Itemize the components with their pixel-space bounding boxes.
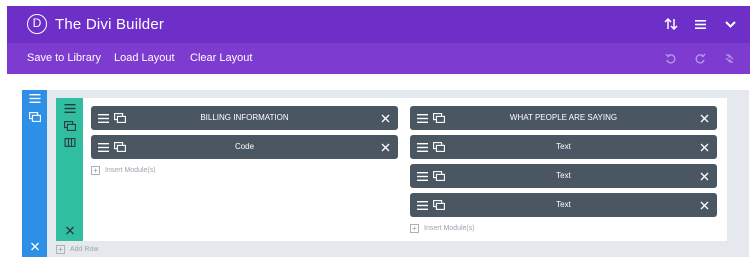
section-delete-icon[interactable] — [30, 242, 39, 251]
row-delete-icon[interactable] — [65, 226, 74, 235]
module-text[interactable]: Text — [410, 193, 717, 217]
insert-module-label: Insert Module(s) — [105, 166, 156, 174]
clear-layout-button[interactable]: Clear Layout — [190, 43, 252, 74]
section-move-icon[interactable] — [29, 94, 40, 103]
module-code[interactable]: Code — [91, 135, 398, 159]
module-delete-icon[interactable] — [700, 199, 709, 211]
module-label: BILLING INFORMATION — [200, 113, 289, 122]
builder-toolbar: Save to Library Load Layout Clear Layout — [7, 43, 750, 74]
module-delete-icon[interactable] — [700, 170, 709, 182]
sort-arrows-icon[interactable] — [661, 14, 681, 34]
module-label: Text — [556, 200, 571, 209]
builder-canvas: BILLING INFORMATION Code + Insert Module… — [7, 74, 750, 265]
module-label: WHAT PEOPLE ARE SAYING — [509, 113, 618, 122]
module-label: Text — [556, 142, 571, 151]
divi-builder: D The Divi Builder Save to Library Load … — [7, 6, 750, 265]
module-delete-icon[interactable] — [381, 141, 390, 153]
redo-icon[interactable] — [693, 51, 707, 65]
row-control-bar[interactable] — [56, 98, 83, 241]
module-text[interactable]: Text — [410, 164, 717, 188]
save-to-library-button[interactable]: Save to Library — [27, 43, 101, 74]
divi-logo: D — [27, 14, 47, 34]
add-row-button[interactable]: + Add Row — [56, 243, 98, 255]
module-what-people-are-saying[interactable]: WHAT PEOPLE ARE SAYING — [410, 106, 717, 130]
module-label: Text — [556, 171, 571, 180]
load-layout-button[interactable]: Load Layout — [114, 43, 175, 74]
builder-title: The Divi Builder — [55, 16, 165, 33]
section-control-bar[interactable] — [22, 90, 47, 257]
plus-icon: + — [410, 223, 419, 233]
row-columns-icon[interactable] — [64, 138, 75, 147]
module-billing-information[interactable]: BILLING INFORMATION — [91, 106, 398, 130]
plus-icon: + — [56, 244, 65, 254]
row-move-icon[interactable] — [64, 104, 75, 113]
chevron-down-icon[interactable] — [720, 14, 740, 34]
module-text[interactable]: Text — [410, 135, 717, 159]
insert-module-label: Insert Module(s) — [424, 224, 475, 232]
undo-icon[interactable] — [663, 51, 677, 65]
builder-header: D The Divi Builder — [7, 6, 750, 43]
row-settings-icon[interactable] — [63, 121, 76, 131]
module-label: Code — [234, 142, 255, 151]
section: BILLING INFORMATION Code + Insert Module… — [22, 90, 749, 257]
module-delete-icon[interactable] — [700, 141, 709, 153]
section-settings-icon[interactable] — [28, 112, 41, 122]
insert-module-button[interactable]: + Insert Module(s) — [410, 222, 475, 234]
insert-module-button[interactable]: + Insert Module(s) — [91, 164, 156, 176]
plus-icon: + — [91, 165, 100, 175]
history-icon[interactable] — [722, 51, 736, 65]
hamburger-menu-icon[interactable] — [690, 14, 710, 34]
add-row-label: Add Row — [70, 245, 99, 253]
module-delete-icon[interactable] — [381, 112, 390, 124]
row: BILLING INFORMATION Code + Insert Module… — [56, 98, 727, 241]
module-delete-icon[interactable] — [700, 112, 709, 124]
